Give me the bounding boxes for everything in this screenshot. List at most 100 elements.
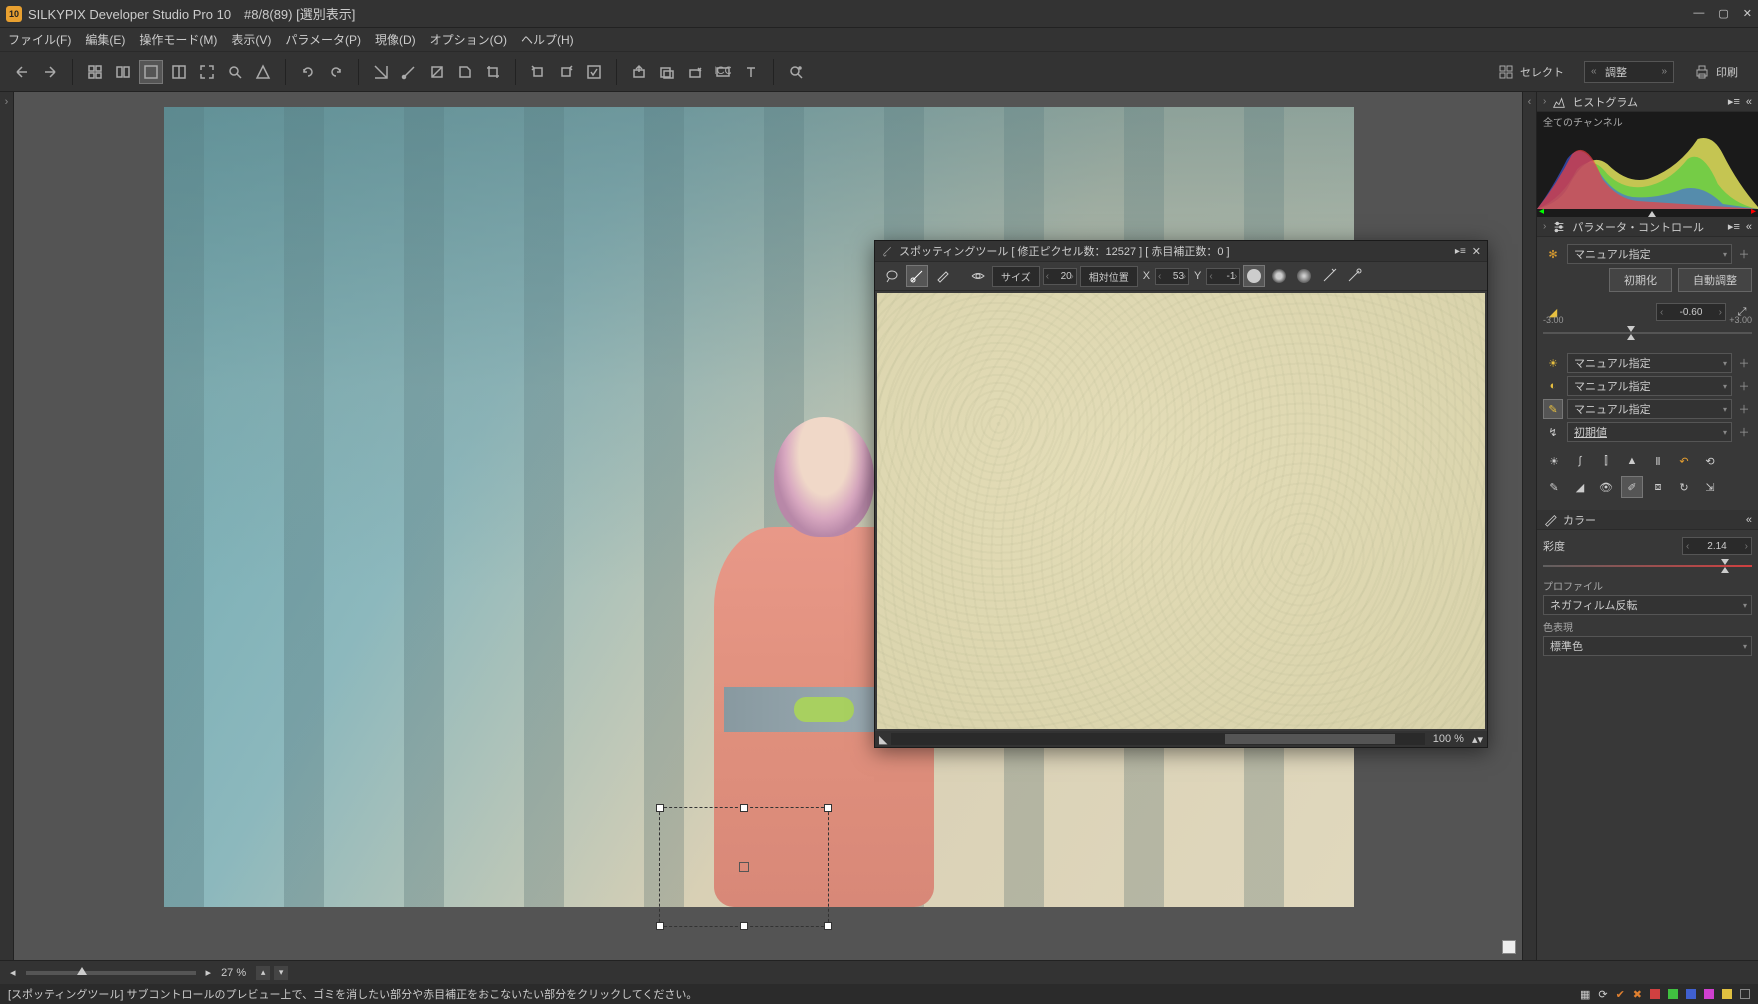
preset-dropdown[interactable]: 初期値 <box>1567 422 1732 442</box>
add-icon[interactable]: ＋ <box>1736 423 1752 441</box>
menu-help[interactable]: ヘルプ(H) <box>521 31 574 48</box>
add-icon[interactable]: ＋ <box>1736 400 1752 418</box>
zoom-icon[interactable] <box>223 60 247 84</box>
adjust2-icon[interactable] <box>397 60 421 84</box>
handle-tl[interactable] <box>656 804 664 812</box>
adjust4-icon[interactable] <box>453 60 477 84</box>
swatch-blue[interactable] <box>1686 989 1696 999</box>
panel-close-icon[interactable]: ✕ <box>1472 245 1481 258</box>
navigator-toggle[interactable] <box>1502 940 1516 954</box>
adj-curve-icon[interactable]: ∫ <box>1569 450 1591 472</box>
history-redo-icon[interactable] <box>324 60 348 84</box>
minimize-button[interactable]: — <box>1693 7 1704 20</box>
adj-brush-icon[interactable]: ✐ <box>1621 476 1643 498</box>
handle-br[interactable] <box>824 922 832 930</box>
rotate-right-icon[interactable] <box>554 60 578 84</box>
add-icon[interactable]: ＋ <box>1736 377 1752 395</box>
adj-reset-icon[interactable]: ↶ <box>1673 450 1695 472</box>
status-x-icon[interactable]: ✖ <box>1633 988 1642 1001</box>
status-check-icon[interactable]: ✔ <box>1616 988 1625 1001</box>
left-gutter[interactable]: › <box>0 92 14 960</box>
history-undo-icon[interactable] <box>296 60 320 84</box>
adj-sharp-icon[interactable]: ▲ <box>1621 450 1643 472</box>
panel-collapse-icon[interactable]: « <box>1746 96 1752 108</box>
position-mode[interactable]: 相対位置 <box>1080 266 1138 287</box>
selection-center[interactable] <box>739 862 749 872</box>
search-tool-icon[interactable] <box>784 60 808 84</box>
swatch-red[interactable] <box>1650 989 1660 999</box>
zoom-slider[interactable] <box>26 971 196 975</box>
adj-text-icon[interactable]: Ⅱ <box>1647 450 1669 472</box>
saturation-slider[interactable] <box>1543 558 1752 574</box>
handle-bl[interactable] <box>656 922 664 930</box>
wb-dropdown[interactable]: マニュアル指定 <box>1567 353 1732 373</box>
contrast-icon[interactable]: ◐ <box>1543 376 1563 396</box>
tool-lasso-icon[interactable] <box>881 265 903 287</box>
status-refresh-icon[interactable]: ⟳ <box>1598 988 1607 1001</box>
panel-collapse-icon[interactable]: « <box>1746 514 1752 526</box>
grid-2x2-icon[interactable] <box>83 60 107 84</box>
export1-icon[interactable] <box>627 60 651 84</box>
menu-develop[interactable]: 現像(D) <box>375 31 416 48</box>
adj-exposure-icon[interactable]: ☀ <box>1543 450 1565 472</box>
exposure-mode-dropdown[interactable]: マニュアル指定 <box>1567 244 1732 264</box>
zoom-stepper-icon[interactable]: ▴▾ <box>1472 733 1487 746</box>
swatch-yellow[interactable] <box>1722 989 1732 999</box>
histogram-header[interactable]: › ヒストグラム ▸≡ « <box>1537 92 1758 112</box>
status-filter-icon[interactable]: ▦ <box>1580 988 1590 1001</box>
undo-icon[interactable] <box>10 60 34 84</box>
tone-dropdown[interactable]: マニュアル指定 <box>1567 399 1732 419</box>
panel-opts-icon[interactable]: ▸≡ <box>1728 95 1740 108</box>
menu-view[interactable]: 表示(V) <box>231 31 271 48</box>
canvas-area[interactable]: スポッティングツール [ 修正ピクセル数：12527 ] [ 赤目補正数：0 ]… <box>14 92 1522 960</box>
add-icon[interactable]: ＋ <box>1736 354 1752 372</box>
add-preset-icon[interactable]: ＋ <box>1736 245 1752 263</box>
spotting-preview[interactable] <box>877 293 1485 729</box>
tool-eraser-icon[interactable] <box>931 265 953 287</box>
swatch-green[interactable] <box>1668 989 1678 999</box>
preset-icon[interactable]: ↯ <box>1543 422 1563 442</box>
preview-corner-icon[interactable]: ◣ <box>875 733 887 746</box>
param-header[interactable]: › パラメータ・コントロール ▸≡ « <box>1537 217 1758 237</box>
right-gutter[interactable]: ‹ <box>1522 92 1536 960</box>
swatch-magenta[interactable] <box>1704 989 1714 999</box>
icc-icon[interactable]: ICC <box>711 60 735 84</box>
y-value[interactable]: -1 <box>1206 268 1240 285</box>
saturation-value[interactable]: 2.14 <box>1682 537 1752 555</box>
fit-icon[interactable] <box>195 60 219 84</box>
wand-icon[interactable] <box>1318 265 1340 287</box>
adj-crop-icon[interactable]: ⧈ <box>1647 476 1669 498</box>
check-box-icon[interactable] <box>582 60 606 84</box>
split-view-icon[interactable] <box>167 60 191 84</box>
brush-soft-icon[interactable] <box>1293 265 1315 287</box>
adj-levels-icon[interactable]: ⫿ <box>1595 450 1617 472</box>
adj-more-icon[interactable]: ⇲ <box>1699 476 1721 498</box>
adj-dropper-icon[interactable]: ✎ <box>1543 476 1565 498</box>
spotting-titlebar[interactable]: スポッティングツール [ 修正ピクセル数：12527 ] [ 赤目補正数：0 ]… <box>875 241 1487 261</box>
close-button[interactable]: ✕ <box>1743 7 1752 20</box>
selection-box[interactable] <box>659 807 829 927</box>
handle-tr[interactable] <box>824 804 832 812</box>
menu-mode[interactable]: 操作モード(M) <box>139 31 217 48</box>
zoom-stepper[interactable]: ▴▾ <box>256 966 288 980</box>
warning-icon[interactable] <box>251 60 275 84</box>
select-mode-button[interactable]: セレクト <box>1488 61 1574 83</box>
panel-opts-icon[interactable]: ▸≡ <box>1728 220 1740 233</box>
panel-collapse-icon[interactable]: « <box>1746 221 1752 233</box>
spotting-scrollbar[interactable] <box>891 733 1424 745</box>
handle-tm[interactable] <box>740 804 748 812</box>
wand2-icon[interactable] <box>1343 265 1365 287</box>
profile-dropdown[interactable]: ネガフィルム反転 <box>1543 595 1752 615</box>
brush-medium-icon[interactable] <box>1268 265 1290 287</box>
panel-menu-icon[interactable]: ▸≡ <box>1455 246 1466 257</box>
adj-eye-icon[interactable]: 👁 <box>1595 476 1617 498</box>
size-value[interactable]: 20 <box>1043 268 1077 285</box>
adj-sync-icon[interactable]: ⟲ <box>1699 450 1721 472</box>
menu-option[interactable]: オプション(O) <box>430 31 507 48</box>
adjust3-icon[interactable] <box>425 60 449 84</box>
adjust1-icon[interactable] <box>369 60 393 84</box>
adj-rotate-icon[interactable]: ↻ <box>1673 476 1695 498</box>
ev-value[interactable]: -0.60 <box>1656 303 1726 321</box>
color-rep-dropdown[interactable]: 標準色 <box>1543 636 1752 656</box>
redo-icon[interactable] <box>38 60 62 84</box>
